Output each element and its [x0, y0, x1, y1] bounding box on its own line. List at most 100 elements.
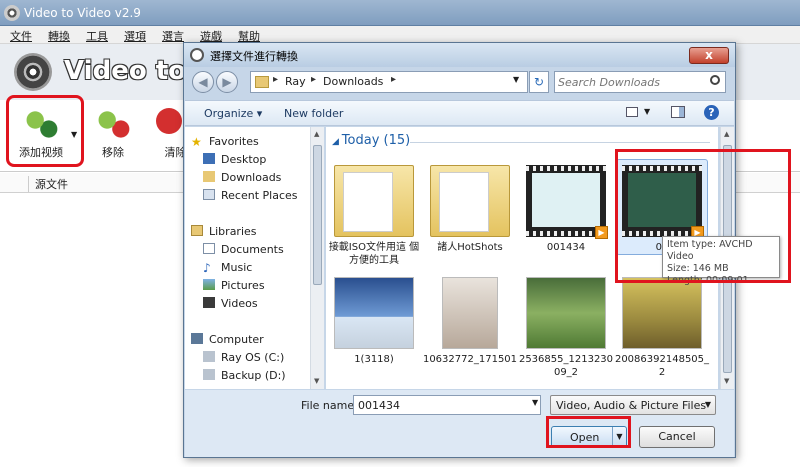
file-name-dropdown-icon[interactable]: ▼	[532, 398, 538, 407]
add-video-highlight	[6, 95, 84, 167]
nav-drive-d-label: Backup (D:)	[221, 369, 286, 382]
help-icon[interactable]: ?	[704, 105, 719, 120]
pictures-icon	[203, 279, 215, 290]
recent-places-icon	[203, 189, 215, 200]
nav-downloads[interactable]: Downloads	[203, 171, 281, 184]
dialog-footer: File name: 001434 ▼ Video, Audio & Pictu…	[185, 390, 734, 457]
photo-thumbnail	[442, 277, 498, 349]
file-tile[interactable]: ▶ 001434	[518, 165, 614, 277]
view-dropdown-icon[interactable]: ▼	[644, 107, 650, 116]
breadcrumb[interactable]: ▸ Ray ▸ Downloads ▸ ▼	[250, 71, 528, 93]
breadcrumb-downloads[interactable]: Downloads	[323, 75, 383, 88]
scroll-up-icon[interactable]: ▲	[314, 130, 319, 138]
film-holes	[526, 231, 606, 236]
command-bar: Organize ▾ New folder ▼ ?	[185, 100, 734, 126]
file-tile[interactable]: 20086392148505_ 2	[614, 277, 710, 389]
file-name: 2536855_1213230 09_2	[518, 354, 614, 378]
scroll-down-icon[interactable]: ▼	[724, 377, 729, 385]
scroll-up-icon[interactable]: ▲	[724, 130, 729, 138]
view-options-icon[interactable]	[626, 107, 638, 117]
dialog-reel-icon	[190, 48, 204, 62]
preview-pane-icon[interactable]	[671, 106, 685, 118]
nav-music[interactable]: ♪ Music	[203, 261, 253, 275]
nav-recent-places-label: Recent Places	[221, 189, 298, 202]
file-tile[interactable]: 2536855_1213230 09_2	[518, 277, 614, 389]
file-tile[interactable]: 接載ISO文件用這 個方便的工具	[326, 165, 422, 277]
group-header-label: Today (15)	[341, 133, 411, 148]
file-tile[interactable]: 諸人HotShots	[422, 165, 518, 277]
source-file-column-header[interactable]: 源文件	[28, 176, 68, 192]
refresh-icon: ↻	[533, 75, 545, 89]
nav-desktop[interactable]: Desktop	[203, 153, 266, 166]
navigation-scroll-thumb[interactable]	[313, 145, 322, 285]
videos-icon	[203, 297, 215, 308]
organize-label: Organize	[204, 107, 254, 120]
nav-documents[interactable]: Documents	[203, 243, 284, 256]
chevron-down-icon: ▼	[704, 400, 711, 409]
computer-icon	[191, 333, 203, 344]
dialog-title: 選擇文件進行轉換	[210, 50, 298, 63]
nav-drive-d[interactable]: Backup (D:)	[203, 369, 286, 382]
file-name-input[interactable]: 001434	[353, 395, 541, 415]
menu-options[interactable]: 選項	[114, 26, 152, 44]
cancel-button[interactable]: Cancel	[639, 426, 715, 448]
navigation-scrollbar[interactable]: ▲ ▼	[310, 127, 324, 389]
drive-icon	[203, 351, 215, 362]
file-name: 10632772_171501	[422, 354, 518, 365]
file-type-select[interactable]: Video, Audio & Picture Files ▼	[550, 395, 716, 415]
new-folder-button[interactable]: New folder	[284, 107, 343, 120]
menu-tools[interactable]: 工具	[76, 26, 114, 44]
breadcrumb-dropdown-icon[interactable]: ▼	[513, 75, 519, 84]
menu-file[interactable]: 文件	[0, 26, 38, 44]
breadcrumb-separator-icon[interactable]: ▸	[273, 74, 278, 85]
breadcrumb-separator-icon[interactable]: ▸	[391, 74, 396, 85]
back-button[interactable]: ◀	[192, 71, 214, 93]
scroll-down-icon[interactable]: ▼	[314, 377, 319, 385]
navigation-pane: ★ Favorites Desktop Downloads Recent Plac…	[185, 127, 313, 389]
menu-convert[interactable]: 轉換	[38, 26, 76, 44]
nav-computer[interactable]: Computer	[191, 333, 264, 346]
search-box	[554, 71, 726, 93]
navigation-row: ◀ ▶ ▸ Ray ▸ Downloads ▸ ▼ ↻	[184, 67, 735, 99]
group-header[interactable]: ◢ Today (15)	[332, 133, 410, 148]
remove-button[interactable]: 移除	[80, 104, 146, 166]
collapse-icon: ◢	[332, 137, 342, 147]
organize-button[interactable]: Organize ▾	[204, 107, 262, 120]
forward-button[interactable]: ▶	[216, 71, 238, 93]
file-name: 001434	[546, 242, 586, 253]
nav-recent-places[interactable]: Recent Places	[203, 189, 298, 202]
search-input[interactable]	[558, 74, 703, 90]
video-frame	[532, 173, 600, 227]
remove-icon	[97, 108, 131, 138]
file-type-value: Video, Audio & Picture Files	[556, 399, 707, 412]
nav-videos[interactable]: Videos	[203, 297, 258, 310]
selected-file-highlight	[615, 149, 791, 283]
nav-favorites-label: Favorites	[209, 135, 259, 148]
dialog-titlebar: 選擇文件進行轉換 x	[184, 43, 735, 67]
close-button[interactable]: x	[689, 47, 729, 64]
nav-desktop-label: Desktop	[221, 153, 267, 166]
file-name: 1(3118)	[354, 354, 394, 365]
back-arrow-icon: ◀	[198, 75, 208, 89]
file-name-label: File name:	[301, 399, 358, 412]
file-tile[interactable]: 1(3118)	[326, 277, 422, 389]
folder-icon	[334, 165, 414, 237]
nav-pictures[interactable]: Pictures	[203, 279, 265, 292]
photo-thumbnail	[526, 277, 606, 349]
documents-icon	[203, 243, 215, 254]
file-name: 接載ISO文件用這 個方便的工具	[328, 242, 420, 266]
breadcrumb-ray[interactable]: Ray	[285, 75, 306, 88]
remove-label: 移除	[102, 146, 124, 159]
file-tile[interactable]: 10632772_171501	[422, 277, 518, 389]
film-reel-icon	[14, 53, 52, 91]
clear-icon	[156, 108, 182, 134]
refresh-button[interactable]: ↻	[529, 71, 549, 93]
nav-libraries[interactable]: Libraries	[191, 225, 257, 238]
nav-music-label: Music	[221, 261, 253, 274]
nav-drive-c[interactable]: Ray OS (C:)	[203, 351, 284, 364]
breadcrumb-separator-icon[interactable]: ▸	[311, 74, 316, 85]
app-title: Video to Video v2.9	[24, 6, 141, 20]
music-note-icon: ♪	[203, 261, 211, 275]
search-icon[interactable]	[710, 75, 720, 85]
nav-favorites[interactable]: ★ Favorites	[191, 135, 259, 149]
